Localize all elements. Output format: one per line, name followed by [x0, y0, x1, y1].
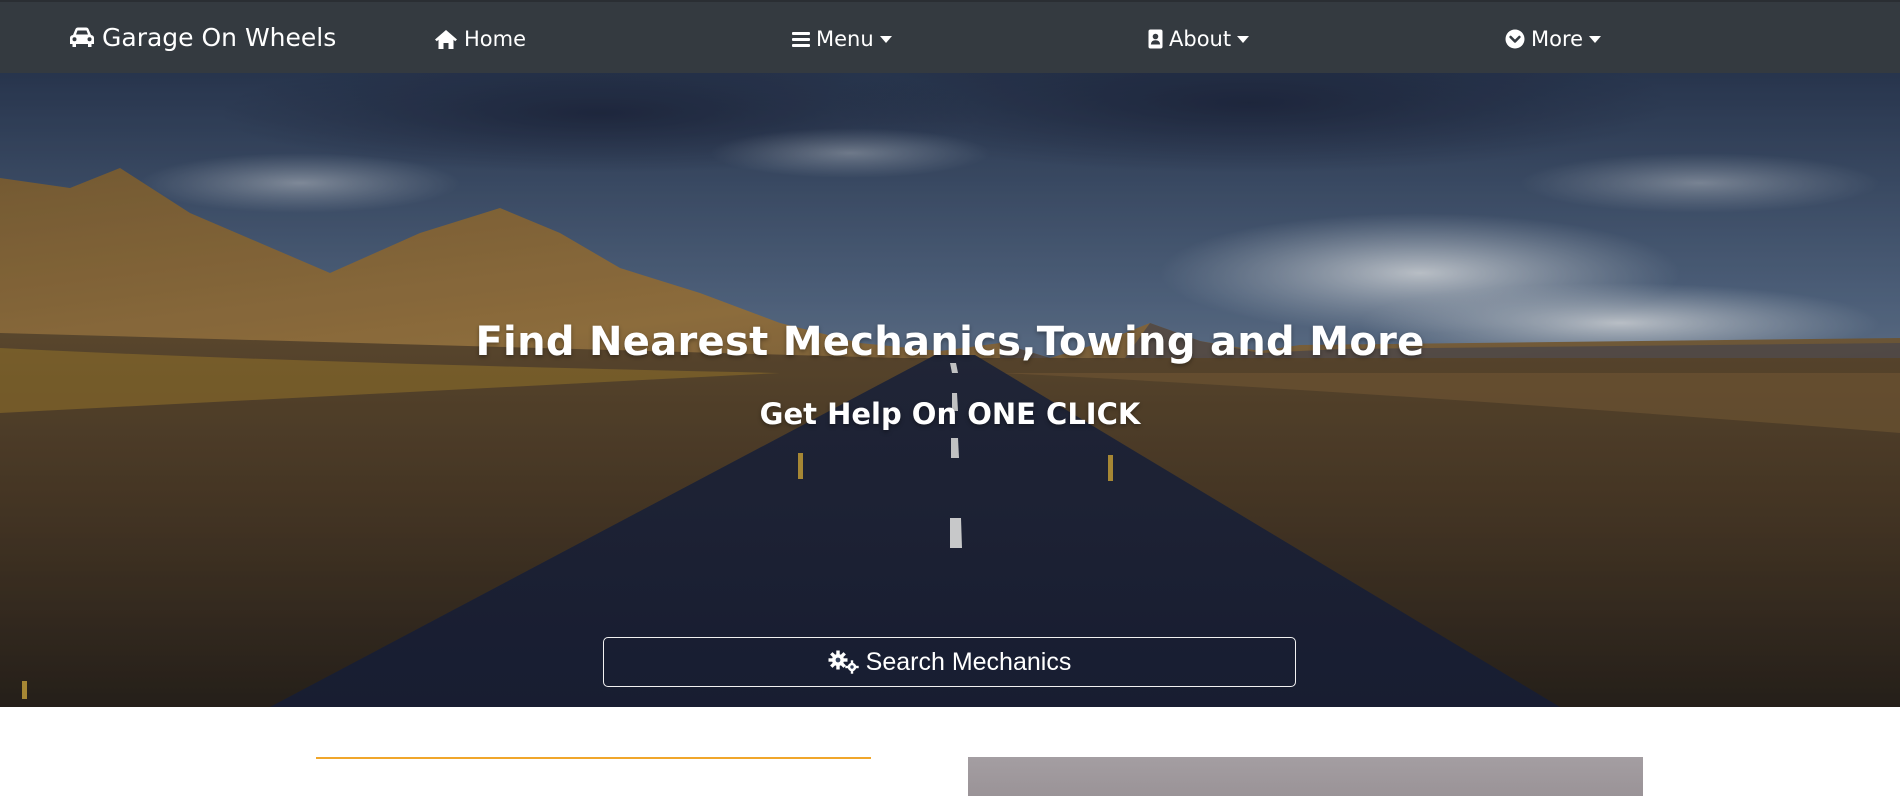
- nav-item-more[interactable]: More: [1505, 24, 1602, 54]
- caret-down-icon: [1589, 35, 1602, 43]
- nav-about-label: About: [1169, 27, 1232, 51]
- top-navbar: Garage On Wheels Home Menu About More: [0, 0, 1900, 73]
- hero-banner: Find Nearest Mechanics,Towing and More G…: [0, 73, 1900, 707]
- search-mechanics-button[interactable]: Search Mechanics: [603, 637, 1296, 687]
- address-card-icon: [1148, 29, 1163, 49]
- bars-icon: [792, 31, 810, 47]
- nav-home-label: Home: [464, 27, 527, 51]
- brand-link[interactable]: Garage On Wheels: [68, 22, 336, 52]
- caret-down-icon: [1237, 35, 1250, 43]
- feature-image: [968, 757, 1643, 796]
- hero-title: Find Nearest Mechanics,Towing and More: [475, 319, 1425, 365]
- nav-more-label: More: [1531, 27, 1584, 51]
- nav-item-about[interactable]: About: [1148, 24, 1250, 54]
- gears-icon: [828, 650, 859, 674]
- search-mechanics-label: Search Mechanics: [865, 647, 1072, 676]
- nav-menu-label: Menu: [816, 27, 874, 51]
- chevron-circle-down-icon: [1505, 29, 1525, 49]
- nav-item-home[interactable]: Home: [434, 24, 526, 54]
- brand-label: Garage On Wheels: [102, 22, 337, 52]
- hero-subtitle: Get Help On ONE CLICK: [759, 397, 1141, 431]
- car-icon: [70, 27, 94, 47]
- section-divider-line: [316, 757, 871, 759]
- home-icon: [435, 29, 457, 49]
- nav-item-menu[interactable]: Menu: [792, 24, 892, 54]
- hero-overlay: [0, 73, 1900, 707]
- caret-down-icon: [879, 35, 892, 43]
